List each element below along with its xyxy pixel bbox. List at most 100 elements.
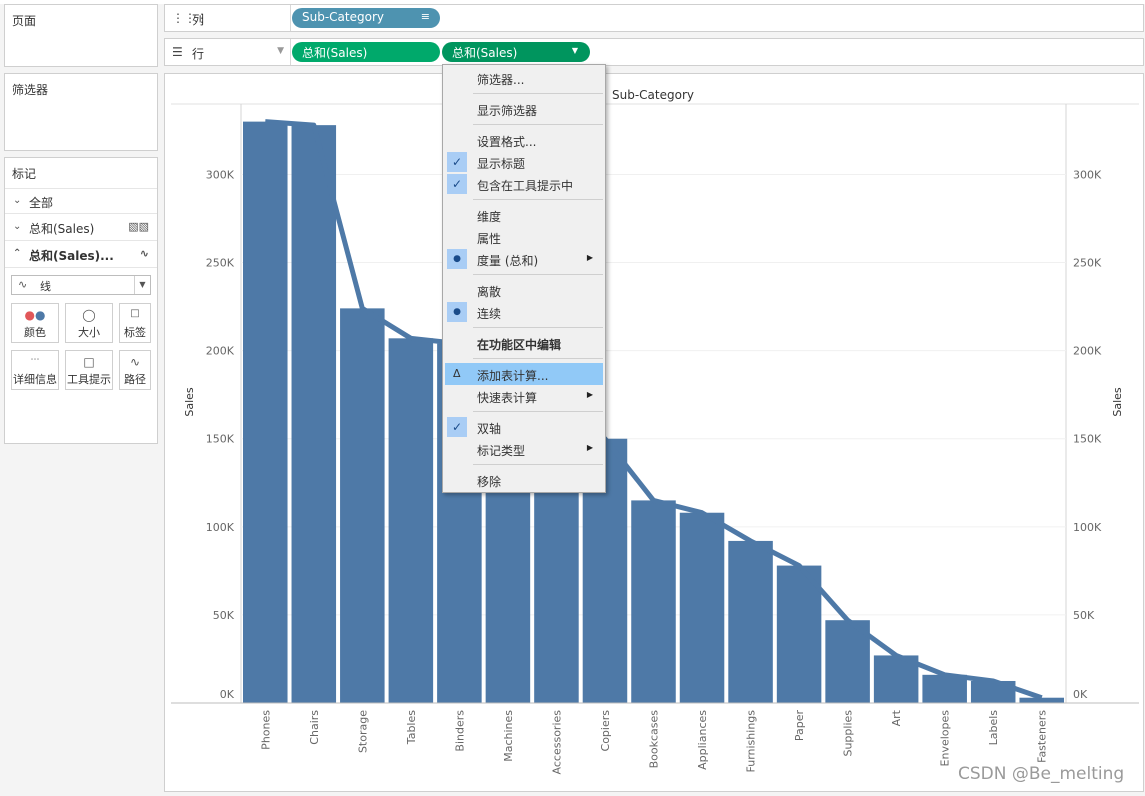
- menu-separator: [473, 199, 603, 200]
- watermark: CSDN @Be_melting: [958, 764, 1125, 784]
- sales-pill-2[interactable]: 总和(Sales) ▼: [442, 42, 590, 62]
- columns-shelf[interactable]: ⋮⋮⋮ 列 Sub-Category ≡: [164, 4, 1144, 32]
- label-button[interactable]: □ 标签: [119, 303, 151, 343]
- pages-panel: 页面: [4, 4, 158, 67]
- marks-row-all[interactable]: ⌄ 全部: [5, 188, 157, 214]
- y-tick-left: 250K: [206, 257, 235, 270]
- menu-item[interactable]: ✓ 双轴: [445, 416, 603, 438]
- menu-item[interactable]: 维度: [445, 204, 603, 226]
- bar-phones: [243, 121, 288, 703]
- menu-item-label: 显示标题: [477, 157, 526, 171]
- label-label: 标签: [124, 326, 146, 339]
- x-tick-label: Binders: [453, 710, 466, 752]
- bar-chairs: [291, 125, 337, 703]
- menu-item-label: 筛选器...: [477, 73, 525, 87]
- menu-item[interactable]: ● 度量 (总和) ▶: [445, 248, 603, 270]
- menu-item[interactable]: 移除: [445, 469, 603, 491]
- menu-item-label: 包含在工具提示中: [477, 179, 574, 193]
- x-tick-label: Furnishings: [745, 710, 758, 773]
- size-icon: ◯: [82, 308, 96, 322]
- menu-separator: [473, 327, 603, 328]
- rows-label: 行: [192, 47, 205, 61]
- menu-item[interactable]: 显示筛选器: [445, 98, 603, 120]
- menu-item[interactable]: 在功能区中编辑: [445, 332, 603, 354]
- bar-furnishings: [728, 540, 773, 703]
- menu-separator: [473, 411, 603, 412]
- menu-item[interactable]: Δ 添加表计算...: [445, 363, 603, 385]
- menu-item[interactable]: ✓ 包含在工具提示中: [445, 173, 603, 195]
- tooltip-button[interactable]: □ 工具提示: [65, 350, 113, 390]
- menu-item-label: 离散: [477, 285, 502, 299]
- detail-icon: ⋯: [30, 355, 40, 365]
- menu-separator: [473, 93, 603, 94]
- x-tick-label: Supplies: [842, 710, 855, 757]
- pill-label: Sub-Category: [302, 10, 384, 24]
- menu-separator: [473, 464, 603, 465]
- sales-pill-1[interactable]: 总和(Sales): [292, 42, 440, 62]
- menu-item-label: 设置格式...: [477, 135, 537, 149]
- mark-type-value: 线: [40, 280, 51, 293]
- rows-shelf-label: ☰ 行 ▼: [165, 39, 291, 65]
- x-tick-label: Tables: [405, 710, 418, 745]
- detail-button[interactable]: ⋯ 详细信息: [11, 350, 59, 390]
- marks-row-label: 总和(Sales)...: [29, 249, 114, 263]
- radio-dot-icon: ●: [447, 302, 467, 322]
- rows-shelf[interactable]: ☰ 行 ▼ 总和(Sales) 总和(Sales) ▼: [164, 38, 1144, 66]
- chevron-up-icon: ⌃: [13, 248, 22, 259]
- y-tick-left: 50K: [213, 609, 235, 622]
- menu-item-label: 在功能区中编辑: [477, 338, 562, 352]
- menu-item[interactable]: ✓ 显示标题: [445, 151, 603, 173]
- menu-item-label: 添加表计算...: [477, 369, 549, 383]
- x-tick-label: Envelopes: [939, 710, 952, 767]
- check-icon: ✓: [447, 417, 467, 437]
- x-tick-label: Accessories: [550, 710, 563, 775]
- menu-item[interactable]: 属性: [445, 226, 603, 248]
- chevron-down-icon: ⌄: [13, 221, 22, 232]
- menu-item[interactable]: 标记类型 ▶: [445, 438, 603, 460]
- bar-tables: [388, 338, 434, 703]
- menu-separator: [473, 358, 603, 359]
- y-tick-right: 100K: [1073, 521, 1102, 534]
- menu-item[interactable]: 快速表计算 ▶: [445, 385, 603, 407]
- color-label: 颜色: [24, 326, 46, 339]
- path-button[interactable]: ∿ 路径: [119, 350, 151, 390]
- path-label: 路径: [124, 373, 146, 386]
- size-label: 大小: [78, 326, 100, 339]
- menu-item-label: 标记类型: [477, 444, 526, 458]
- menu-item-label: 显示筛选器: [477, 104, 538, 118]
- y-tick-right: 250K: [1073, 257, 1102, 270]
- marks-panel: 标记 ⌄ 全部 ⌄ 总和(Sales) ▧▧ ⌃ 总和(Sales)... ∿ …: [4, 157, 158, 444]
- submenu-arrow-icon: ▶: [586, 253, 593, 262]
- size-button[interactable]: ◯ 大小: [65, 303, 113, 343]
- detail-label: 详细信息: [13, 373, 57, 386]
- y-tick-left: 0K: [220, 688, 235, 701]
- x-tick-label: Art: [890, 709, 903, 726]
- menu-item[interactable]: 离散: [445, 279, 603, 301]
- x-tick-label: Chairs: [308, 710, 321, 745]
- marks-row-label: 总和(Sales): [29, 222, 95, 236]
- x-tick-label: Phones: [259, 710, 272, 750]
- y-tick-right: 0K: [1073, 688, 1088, 701]
- menu-item[interactable]: ● 连续: [445, 301, 603, 323]
- sub-category-pill[interactable]: Sub-Category ≡: [292, 8, 440, 28]
- y-tick-right: 150K: [1073, 433, 1102, 446]
- color-button[interactable]: ●● 颜色: [11, 303, 59, 343]
- x-tick-label: Copiers: [599, 710, 612, 752]
- pill-label: 总和(Sales): [452, 46, 518, 60]
- y-tick-left: 300K: [206, 168, 235, 181]
- x-tick-label: Labels: [987, 710, 1000, 746]
- bar-chart-icon: ▧▧: [128, 220, 149, 233]
- marks-row-sales-line[interactable]: ⌃ 总和(Sales)... ∿: [5, 242, 157, 268]
- y-tick-left: 100K: [206, 521, 235, 534]
- marks-row-sales-bar[interactable]: ⌄ 总和(Sales) ▧▧: [5, 215, 157, 241]
- menu-item[interactable]: 筛选器...: [445, 67, 603, 89]
- pill-context-menu: 筛选器... 显示筛选器 设置格式... ✓ 显示标题 ✓ 包含在工具提示中 维度 属性 ● 度量 …: [442, 64, 606, 493]
- submenu-arrow-icon: ▶: [586, 390, 593, 399]
- filters-title: 筛选器: [12, 83, 49, 97]
- check-icon: ✓: [447, 152, 467, 172]
- menu-item[interactable]: 设置格式...: [445, 129, 603, 151]
- submenu-arrow-icon: ▶: [586, 443, 593, 452]
- mark-type-select[interactable]: ∿ 线 ▼: [11, 275, 151, 295]
- menu-item-label: 属性: [477, 232, 502, 246]
- rows-icon: ☰: [172, 45, 183, 59]
